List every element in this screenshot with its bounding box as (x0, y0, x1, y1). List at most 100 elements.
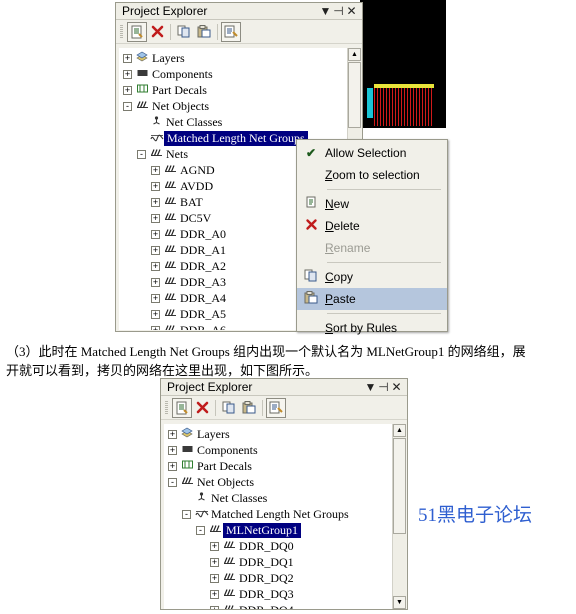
context-menu[interactable]: ✔ Allow Selection Zoom to selection New Dele… (296, 139, 448, 335)
pin-icon[interactable]: ⊣ (377, 381, 390, 393)
paste-icon (297, 291, 325, 307)
tree-item[interactable]: - Net Objects (119, 98, 361, 114)
scroll-up-arrow[interactable]: ▲ (393, 424, 406, 437)
panel-toolbar (161, 396, 407, 420)
expand-toggle-icon[interactable]: + (151, 229, 160, 239)
delete-button[interactable] (192, 398, 212, 418)
expand-toggle-icon[interactable]: + (151, 245, 160, 255)
menu-item-delete[interactable]: Delete (297, 215, 447, 237)
net-icon (163, 211, 178, 226)
expand-toggle-icon[interactable]: + (123, 69, 132, 79)
netgroup-icon (149, 131, 164, 146)
copy-button[interactable] (219, 398, 239, 418)
toolbar-grip[interactable] (120, 24, 123, 39)
tree-scrollbar-2[interactable]: ▲ ▼ (392, 424, 406, 609)
netclass-icon (149, 115, 164, 130)
toolbar-separator (170, 23, 171, 40)
menu-item-sort-by-rules[interactable]: Sort by Rules (297, 317, 447, 339)
expand-toggle-icon[interactable]: + (151, 165, 160, 175)
menu-item-new[interactable]: New (297, 193, 447, 215)
expand-toggle-icon[interactable]: + (151, 261, 160, 271)
tree-item[interactable]: - Matched Length Net Groups (164, 506, 406, 522)
expand-toggle-icon[interactable]: + (151, 181, 160, 191)
tree-item[interactable]: - MLNetGroup1 (164, 522, 406, 538)
scrollbar-thumb[interactable] (348, 62, 361, 128)
scroll-down-arrow[interactable]: ▼ (393, 596, 406, 609)
tree-item[interactable]: Net Classes (164, 490, 406, 506)
properties-button[interactable] (221, 21, 241, 42)
tree-item-label: Layers (197, 426, 230, 441)
expand-toggle-icon[interactable]: + (168, 429, 177, 439)
collapse-toggle-icon[interactable]: - (168, 477, 177, 487)
expand-toggle-icon[interactable]: + (123, 85, 132, 95)
expand-toggle-icon[interactable]: + (151, 197, 160, 207)
tree-item[interactable]: + DDR_DQ2 (164, 570, 406, 586)
tree-item[interactable]: + DDR_DQ3 (164, 586, 406, 602)
pin-icon[interactable]: ⊣ (332, 5, 345, 17)
tree-item[interactable]: + Components (164, 442, 406, 458)
collapse-toggle-icon[interactable]: - (123, 101, 132, 111)
expand-toggle-icon[interactable]: + (210, 557, 219, 567)
new-document-button[interactable] (172, 397, 192, 418)
tree-item[interactable]: + Layers (119, 50, 361, 66)
tree-item-label: Part Decals (197, 458, 252, 473)
expand-toggle-icon[interactable]: + (210, 573, 219, 583)
expand-toggle-icon[interactable]: + (210, 541, 219, 551)
toolbar-grip[interactable] (165, 400, 168, 415)
body-paragraph: （3）此时在 Matched Length Net Groups 组内出现一个默… (6, 342, 572, 380)
scrollbar-thumb[interactable] (393, 438, 406, 534)
collapse-toggle-icon[interactable]: - (196, 525, 205, 535)
expand-toggle-icon[interactable]: + (168, 461, 177, 471)
chevron-down-icon[interactable]: ▼ (319, 5, 332, 17)
expand-toggle-icon[interactable]: + (151, 309, 160, 319)
net-icon (222, 555, 237, 570)
tree-item[interactable]: + DDR_DQ0 (164, 538, 406, 554)
close-icon[interactable]: ✕ (345, 5, 358, 17)
tree-item-label: DDR_A1 (180, 242, 227, 257)
new-document-button[interactable] (127, 21, 147, 42)
project-tree-2[interactable]: ▲ ▼ + Layers + Components + Part Decals - Net O… (164, 424, 406, 609)
expand-toggle-icon[interactable]: + (151, 293, 160, 303)
scroll-up-arrow[interactable]: ▲ (348, 48, 361, 61)
tree-item[interactable]: Net Classes (119, 114, 361, 130)
paste-button[interactable] (194, 22, 214, 42)
copy-button[interactable] (174, 22, 194, 42)
menu-item-allow-selection[interactable]: ✔ Allow Selection (297, 142, 447, 164)
paste-icon (197, 25, 211, 38)
tree-item-label: Net Objects (152, 98, 209, 113)
menu-item-label: Delete (325, 219, 360, 233)
expand-toggle-icon[interactable]: + (210, 605, 219, 609)
menu-item-zoom-to-selection[interactable]: Zoom to selection (297, 164, 447, 186)
delete-icon (151, 25, 163, 38)
expand-toggle-icon[interactable]: + (168, 445, 177, 455)
menu-item-paste[interactable]: Paste (297, 288, 447, 310)
tree-item[interactable]: + DDR_DQ4 (164, 602, 406, 609)
expand-toggle-icon[interactable]: + (151, 213, 160, 223)
tree-item-label: DC5V (180, 210, 212, 225)
expand-toggle-icon[interactable]: + (210, 589, 219, 599)
expand-toggle-icon[interactable]: + (151, 325, 160, 330)
paste-icon (242, 401, 256, 414)
collapse-toggle-icon[interactable]: - (137, 149, 146, 159)
tree-item[interactable]: - Net Objects (164, 474, 406, 490)
tree-item[interactable]: + Layers (164, 426, 406, 442)
decals-icon (135, 83, 150, 98)
properties-button[interactable] (266, 397, 286, 418)
expand-toggle-icon[interactable]: + (151, 277, 160, 287)
toolbar-separator (217, 23, 218, 40)
tree-item[interactable]: + DDR_DQ1 (164, 554, 406, 570)
tree-item-label: AVDD (180, 178, 214, 193)
tree-item[interactable]: + Components (119, 66, 361, 82)
chevron-down-icon[interactable]: ▼ (364, 381, 377, 393)
paste-button[interactable] (239, 398, 259, 418)
net-icon (222, 587, 237, 602)
tree-item[interactable]: + Part Decals (164, 458, 406, 474)
tree-item-label: Nets (166, 146, 188, 161)
expand-toggle-icon[interactable]: + (123, 53, 132, 63)
menu-item-copy[interactable]: Copy (297, 266, 447, 288)
delete-button[interactable] (147, 22, 167, 42)
tree-item[interactable]: + Part Decals (119, 82, 361, 98)
close-icon[interactable]: ✕ (390, 381, 403, 393)
collapse-toggle-icon[interactable]: - (182, 509, 191, 519)
